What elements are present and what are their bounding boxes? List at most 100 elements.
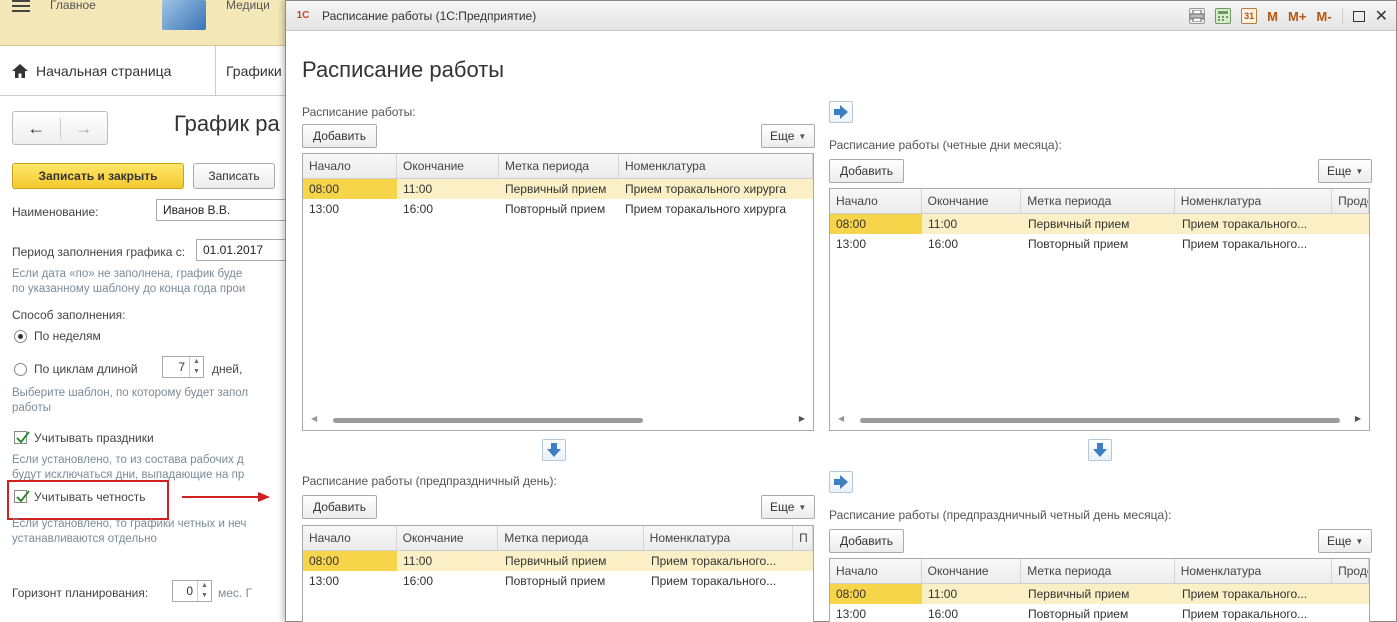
maximize-icon[interactable]	[1352, 10, 1365, 22]
radio-by-weeks-label: По неделям	[34, 329, 101, 343]
table-row[interactable]: 08:00 11:00 Первичный прием Прием торакальн…	[303, 551, 813, 571]
close-icon[interactable]: ✕	[1375, 6, 1388, 26]
column-header[interactable]: Начало	[830, 189, 922, 213]
preholiday-even-schedule-table[interactable]: Начало Окончание Метка периода Номенклатура…	[829, 558, 1370, 622]
column-header[interactable]: Продо	[1332, 189, 1369, 213]
save-button[interactable]: Записать	[193, 163, 275, 189]
name-field[interactable]: Иванов В.В.	[156, 199, 296, 221]
table-row[interactable]: 08:00 11:00 Первичный прием Прием торакальн…	[830, 214, 1369, 234]
parity-checkbox[interactable]	[14, 490, 30, 503]
fill-method-label: Способ заполнения:	[12, 308, 126, 322]
table-cell: Первичный прием	[1028, 587, 1130, 601]
top-section-medical[interactable]: Медици	[226, 0, 270, 12]
table-row[interactable]: 13:00 16:00 Повторный прием Прием торакальн…	[303, 199, 813, 219]
horizon-stepper[interactable]: 0 ▲ ▼	[172, 580, 212, 602]
column-header[interactable]: Метка периода	[498, 526, 644, 550]
scroll-thumb[interactable]	[860, 418, 1340, 423]
table-header: Начало Окончание Метка периода Номенклатура…	[830, 189, 1369, 214]
table-cell: Прием торакального...	[1182, 237, 1308, 251]
radio-by-cycles[interactable]	[14, 363, 27, 376]
preholiday-schedule-table[interactable]: Начало Окончание Метка периода Номенклатура…	[302, 525, 814, 622]
column-header[interactable]: Метка периода	[1021, 189, 1175, 213]
table-cell: 13:00	[309, 202, 340, 216]
column-header[interactable]: Метка периода	[1021, 559, 1175, 583]
tab-schedules[interactable]: Графики	[226, 46, 282, 96]
table-row[interactable]: 08:00 11:00 Первичный прием Прием торакальн…	[303, 179, 813, 199]
table-row[interactable]: 13:00 16:00 Повторный прием Прием торакальн…	[830, 234, 1369, 254]
window-tools: 31 M M+ M- ✕	[1189, 1, 1388, 31]
column-header[interactable]: Начало	[303, 526, 397, 550]
scroll-left-icon[interactable]: ◀	[838, 414, 844, 423]
column-header[interactable]: Номенклатура	[619, 154, 813, 178]
even-add-button[interactable]: Добавить	[829, 159, 905, 183]
column-header[interactable]: П	[793, 526, 813, 550]
table-row[interactable]: 08:00 11:00 Первичный прием Прием торакальн…	[830, 584, 1369, 604]
preholiday-even-add-button[interactable]: Добавить	[829, 529, 905, 553]
table-row[interactable]: 13:00 16:00 Повторный прием Прием торакальн…	[303, 571, 813, 591]
table-row[interactable]: 13:00 16:00 Повторный прием Прием торакальн…	[830, 604, 1369, 622]
forward-arrow-icon[interactable]: →	[59, 117, 108, 139]
scroll-right-icon[interactable]: ▶	[799, 414, 805, 423]
top-section-main[interactable]: Главное	[50, 0, 96, 12]
calculator-icon[interactable]	[1215, 8, 1232, 24]
main-more-button[interactable]: Еще ▼	[761, 124, 816, 148]
even-schedule-table[interactable]: Начало Окончание Метка периода Номенклатура…	[829, 188, 1370, 431]
column-header[interactable]: Номенклатура	[1175, 559, 1333, 583]
table-cell: Первичный прием	[505, 182, 607, 196]
column-header[interactable]: Метка периода	[499, 154, 619, 178]
table-cell: 13:00	[836, 607, 867, 621]
holidays-checkbox[interactable]	[14, 431, 30, 444]
table-cell: 11:00	[403, 554, 433, 568]
column-header[interactable]: Окончание	[397, 526, 499, 550]
column-header[interactable]: Начало	[303, 154, 397, 178]
home-icon	[12, 64, 28, 78]
scroll-left-icon[interactable]: ◀	[311, 414, 317, 423]
tab-home-label: Начальная страница	[36, 63, 172, 79]
column-header[interactable]: Окончание	[922, 189, 1022, 213]
table-cell: 13:00	[309, 574, 340, 588]
arrow-down-icon[interactable]	[542, 439, 566, 461]
scroll-thumb[interactable]	[333, 418, 643, 423]
scroll-right-icon[interactable]: ▶	[1355, 414, 1361, 423]
preholiday-more-button[interactable]: Еще ▼	[761, 495, 816, 519]
red-arrow-icon	[182, 492, 270, 502]
arrow-right-icon[interactable]	[829, 101, 853, 123]
table-cell: Первичный прием	[505, 554, 607, 568]
menu-icon[interactable]	[12, 0, 30, 12]
preholiday-even-more-button[interactable]: Еще ▼	[1318, 529, 1373, 553]
column-header[interactable]: Продо	[1332, 559, 1369, 583]
main-schedule-table[interactable]: Начало Окончание Метка периода Номенклатура…	[302, 153, 814, 431]
calendar-icon[interactable]: 31	[1241, 8, 1258, 24]
tab-home[interactable]: Начальная страница	[0, 46, 216, 96]
horizontal-scrollbar[interactable]: ◀ ▶	[830, 410, 1369, 430]
horizontal-scrollbar[interactable]: ◀ ▶	[303, 410, 813, 430]
cycle-length-stepper[interactable]: 7 ▲ ▼	[162, 356, 204, 378]
column-header[interactable]: Номенклатура	[644, 526, 794, 550]
main-add-button[interactable]: Добавить	[302, 124, 378, 148]
column-header[interactable]: Окончание	[922, 559, 1022, 583]
checkmark-icon	[16, 490, 30, 503]
preholiday-add-button[interactable]: Добавить	[302, 495, 378, 519]
stepper-arrows-icon[interactable]: ▲ ▼	[189, 357, 203, 377]
print-icon[interactable]	[1189, 8, 1206, 24]
stepper-arrows-icon[interactable]: ▲ ▼	[197, 581, 211, 601]
template-hint-2: работы	[12, 402, 52, 414]
radio-by-weeks[interactable]	[14, 330, 27, 343]
memory-add-button[interactable]: M+	[1288, 9, 1306, 24]
window-heading: Расписание работы	[302, 57, 505, 82]
back-arrow-icon[interactable]: ←	[13, 118, 60, 139]
horizon-value: 0	[186, 584, 193, 598]
save-and-close-button[interactable]: Записать и закрыть	[12, 163, 184, 189]
table-cell: Повторный прием	[505, 574, 606, 588]
column-header[interactable]: Номенклатура	[1175, 189, 1333, 213]
even-more-button[interactable]: Еще ▼	[1318, 159, 1373, 183]
arrow-down-icon[interactable]	[1088, 439, 1112, 461]
column-header[interactable]: Начало	[830, 559, 922, 583]
app-logo-icon	[162, 0, 206, 30]
table-cell: 16:00	[403, 574, 434, 588]
arrow-right-icon[interactable]	[829, 471, 853, 493]
column-header[interactable]: Окончание	[397, 154, 499, 178]
memory-subtract-button[interactable]: M-	[1316, 9, 1331, 24]
period-start-field[interactable]: 01.01.2017	[196, 239, 296, 261]
memory-button[interactable]: M	[1267, 9, 1278, 24]
